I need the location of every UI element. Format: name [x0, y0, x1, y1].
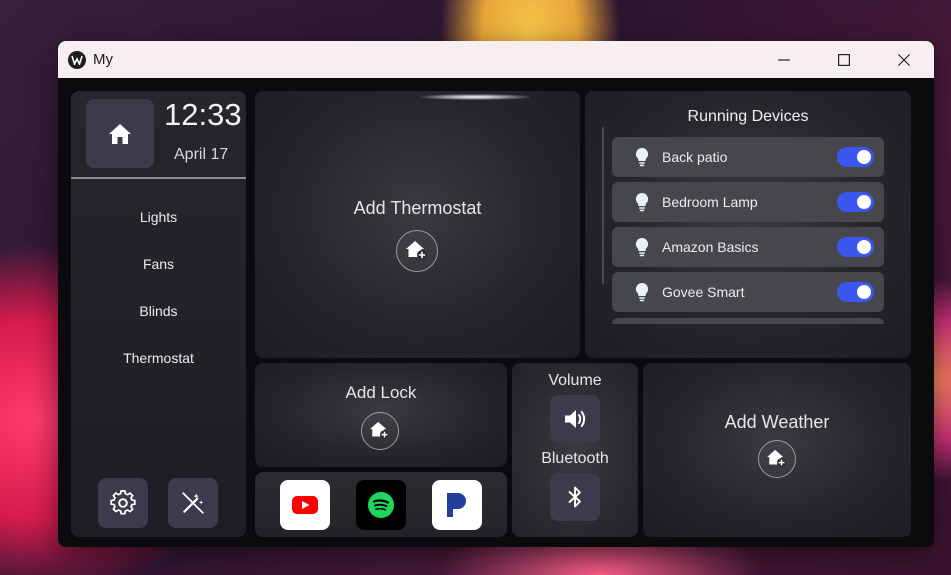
lightbulb-icon [634, 147, 650, 167]
home-button[interactable] [86, 99, 154, 168]
sidebar: 12:33 April 17 Lights Fans Blinds Thermo… [71, 91, 246, 537]
device-toggle[interactable] [837, 147, 874, 167]
audio-panel: Volume Bluetooth [512, 363, 638, 537]
device-name: Amazon Basics [662, 239, 759, 255]
device-toggle[interactable] [837, 237, 874, 257]
add-weather-button[interactable] [758, 440, 796, 478]
add-thermostat-button[interactable] [396, 230, 438, 272]
running-devices-title: Running Devices [687, 108, 809, 125]
bluetooth-label: Bluetooth [541, 450, 609, 467]
device-row[interactable]: Bedroom Lamp [612, 182, 884, 222]
lock-label: Add Lock [345, 383, 417, 402]
gear-icon [110, 490, 136, 515]
device-row[interactable]: Amazon Basics [612, 227, 884, 267]
apps-panel [255, 472, 507, 537]
bluetooth-icon [568, 486, 581, 508]
clock-date: April 17 [174, 146, 229, 163]
volume-label: Volume [548, 372, 602, 389]
device-row[interactable]: Back patio [612, 137, 884, 177]
app-window: My 12:33 April 17 Lights Fans Blinds The… [58, 41, 934, 547]
close-button[interactable] [874, 41, 934, 78]
device-toggle[interactable] [837, 282, 874, 302]
lightbulb-icon [634, 192, 650, 212]
title-bar[interactable]: My [58, 41, 934, 78]
volume-button[interactable] [550, 395, 600, 443]
device-row-partial[interactable] [612, 318, 884, 324]
device-row[interactable]: Govee Smart [612, 272, 884, 312]
minimize-button[interactable] [754, 41, 814, 78]
minimize-icon [778, 58, 790, 61]
settings-button[interactable] [98, 478, 148, 528]
sidebar-divider [71, 177, 246, 179]
theme-toggle-button[interactable] [168, 478, 218, 528]
sidebar-item-fans[interactable]: Fans [71, 256, 246, 272]
sidebar-item-blinds[interactable]: Blinds [71, 303, 246, 319]
speaker-icon [565, 410, 586, 428]
weather-panel[interactable]: Add Weather [643, 363, 911, 537]
pandora-icon [447, 493, 466, 517]
spotify-button[interactable] [356, 480, 406, 530]
bluetooth-button[interactable] [550, 473, 600, 521]
device-toggle[interactable] [837, 192, 874, 212]
sidebar-item-lights[interactable]: Lights [71, 209, 246, 225]
app-logo-icon [68, 50, 86, 69]
clock-time: 12:33 [164, 97, 242, 132]
window-title: My [93, 51, 113, 68]
toggle-knob [857, 240, 871, 254]
maximize-icon [838, 53, 850, 66]
toggle-knob [857, 150, 871, 164]
device-name: Bedroom Lamp [662, 194, 758, 210]
lightbulb-icon [634, 282, 650, 302]
add-lock-button[interactable] [361, 412, 399, 450]
magic-wand-off-icon [182, 492, 204, 514]
youtube-button[interactable] [280, 480, 330, 530]
thermostat-label: Add Thermostat [353, 198, 482, 218]
home-add-icon [370, 421, 390, 440]
toggle-knob [857, 195, 871, 209]
thermostat-panel[interactable]: Add Thermostat [255, 91, 580, 358]
device-name: Back patio [662, 149, 728, 165]
pandora-button[interactable] [432, 480, 482, 530]
youtube-icon [292, 496, 318, 514]
device-name: Govee Smart [662, 284, 745, 300]
toggle-knob [857, 285, 871, 299]
scrollbar[interactable] [602, 127, 604, 284]
thermostat-glow [420, 94, 530, 100]
home-add-icon [767, 449, 787, 468]
home-add-icon [406, 241, 427, 260]
dashboard: 12:33 April 17 Lights Fans Blinds Thermo… [58, 78, 934, 547]
sidebar-item-thermostat[interactable]: Thermostat [71, 350, 246, 366]
maximize-button[interactable] [814, 41, 874, 78]
running-devices-panel: Running Devices Back patio Bedroom Lamp [585, 91, 911, 358]
weather-label: Add Weather [724, 412, 830, 432]
lock-panel[interactable]: Add Lock [255, 363, 507, 467]
spotify-icon [368, 492, 394, 518]
close-icon [898, 53, 910, 66]
lightbulb-icon [634, 237, 650, 257]
home-icon [109, 123, 131, 144]
